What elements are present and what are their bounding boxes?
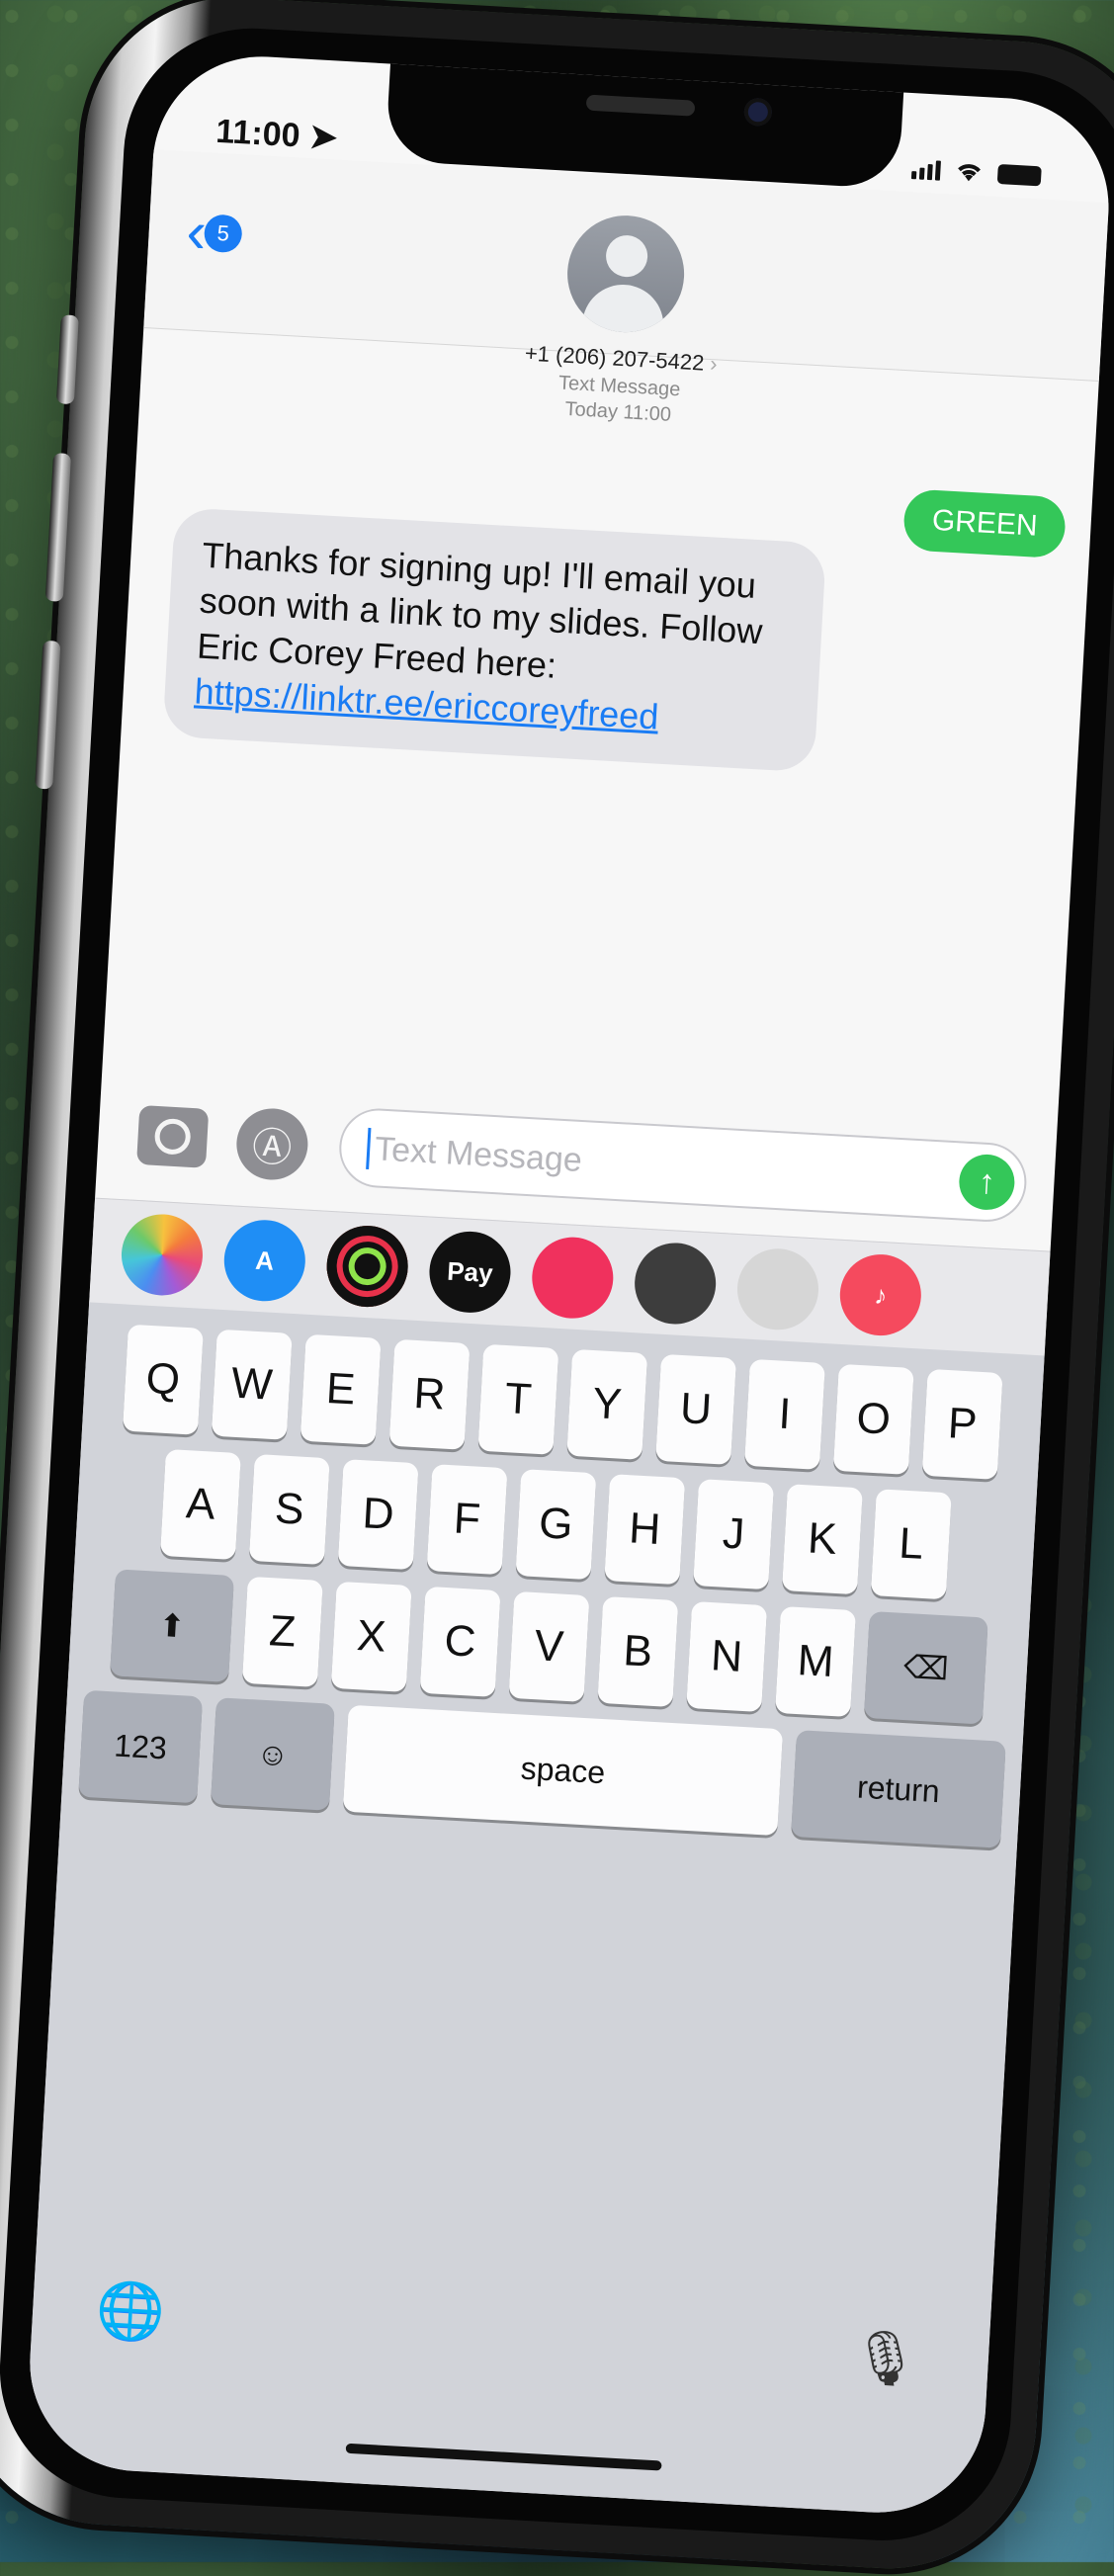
key-v[interactable]: V	[508, 1590, 590, 1702]
wifi-icon	[958, 164, 981, 182]
key-q[interactable]: Q	[122, 1324, 204, 1435]
key-u[interactable]: U	[655, 1353, 737, 1465]
emoji-key[interactable]: ☺	[211, 1697, 335, 1811]
key-s[interactable]: S	[248, 1454, 330, 1566]
key-o[interactable]: O	[832, 1363, 914, 1475]
home-indicator	[345, 2443, 662, 2471]
globe-icon[interactable]: 🌐	[94, 2276, 167, 2346]
message-input[interactable]: Text Message ↑	[337, 1106, 1029, 1225]
key-y[interactable]: Y	[566, 1348, 648, 1460]
messages-screen: 11:00 ➤ ‹ 5 +1 (206) 207-5422 › Text Mes…	[24, 50, 1114, 2519]
keyboard: QWERTYUIOP ASDFGHJKL ⬆ ZXCVBNM ⌫ 123 ☺ s…	[24, 1302, 1045, 2519]
memoji-app-icon[interactable]	[632, 1241, 719, 1327]
shift-key[interactable]: ⬆	[110, 1569, 234, 1682]
app-store-app-icon[interactable]: A	[221, 1218, 308, 1304]
battery-icon	[996, 163, 1042, 187]
microphone-icon[interactable]: 🎙	[849, 2326, 921, 2392]
app-store-icon: Ⓐ	[250, 1125, 294, 1171]
key-n[interactable]: N	[686, 1600, 768, 1713]
key-t[interactable]: T	[477, 1343, 559, 1455]
apps-button[interactable]: Ⓐ	[234, 1106, 310, 1182]
unread-count-badge: 5	[203, 214, 243, 254]
key-p[interactable]: P	[921, 1368, 1003, 1480]
contact-avatar[interactable]	[563, 212, 688, 336]
key-z[interactable]: Z	[241, 1576, 323, 1687]
key-k[interactable]: K	[781, 1484, 863, 1595]
iphone-device: 11:00 ➤ ‹ 5 +1 (206) 207-5422 › Text Mes…	[0, 0, 1114, 2576]
key-c[interactable]: C	[419, 1586, 501, 1697]
delete-key[interactable]: ⌫	[863, 1610, 988, 1725]
key-e[interactable]: E	[300, 1333, 382, 1445]
search-images-app-icon[interactable]	[530, 1235, 616, 1321]
space-key[interactable]: space	[342, 1704, 784, 1837]
apple-pay-app-icon[interactable]: Pay	[427, 1229, 513, 1316]
camera-button[interactable]	[136, 1104, 210, 1168]
chevron-right-icon: ›	[709, 351, 719, 377]
animoji-app-icon[interactable]	[734, 1246, 821, 1332]
received-message-bubble[interactable]: Thanks for signing up! I'll email you so…	[162, 507, 827, 773]
cellular-signal-icon	[910, 159, 941, 181]
return-key[interactable]: return	[791, 1730, 1006, 1848]
arrow-up-icon: ↑	[977, 1161, 996, 1201]
key-i[interactable]: I	[743, 1358, 825, 1470]
numbers-key[interactable]: 123	[78, 1689, 204, 1804]
front-camera	[743, 97, 773, 128]
key-d[interactable]: D	[337, 1459, 419, 1571]
key-j[interactable]: J	[693, 1479, 775, 1590]
key-l[interactable]: L	[870, 1489, 952, 1600]
key-b[interactable]: B	[597, 1595, 679, 1707]
key-r[interactable]: R	[388, 1338, 471, 1450]
key-x[interactable]: X	[330, 1581, 412, 1692]
key-f[interactable]: F	[426, 1464, 508, 1576]
key-g[interactable]: G	[515, 1469, 597, 1581]
activity-app-icon[interactable]	[324, 1223, 410, 1310]
camera-icon	[153, 1117, 192, 1156]
keyboard-row-3-letters: ZXCVBNM	[241, 1576, 856, 1718]
send-button[interactable]: ↑	[957, 1153, 1016, 1212]
sent-message-bubble[interactable]: GREEN	[902, 488, 1068, 559]
conversation-header: ‹ 5 +1 (206) 207-5422 ›	[143, 149, 1109, 382]
back-button[interactable]: ‹ 5	[185, 198, 243, 265]
status-time: 11:00 ➤	[214, 112, 339, 157]
message-link[interactable]: https://linktr.ee/ericcoreyfreed	[194, 670, 660, 736]
photos-app-icon[interactable]	[119, 1212, 206, 1298]
key-w[interactable]: W	[211, 1329, 293, 1440]
message-placeholder: Text Message	[374, 1130, 583, 1179]
status-icons	[910, 158, 1042, 187]
music-app-icon[interactable]: ♪	[837, 1251, 924, 1338]
key-m[interactable]: M	[775, 1605, 856, 1718]
key-a[interactable]: A	[159, 1448, 241, 1561]
earpiece-speaker	[585, 94, 696, 117]
text-caret	[366, 1127, 372, 1169]
key-h[interactable]: H	[604, 1474, 686, 1586]
